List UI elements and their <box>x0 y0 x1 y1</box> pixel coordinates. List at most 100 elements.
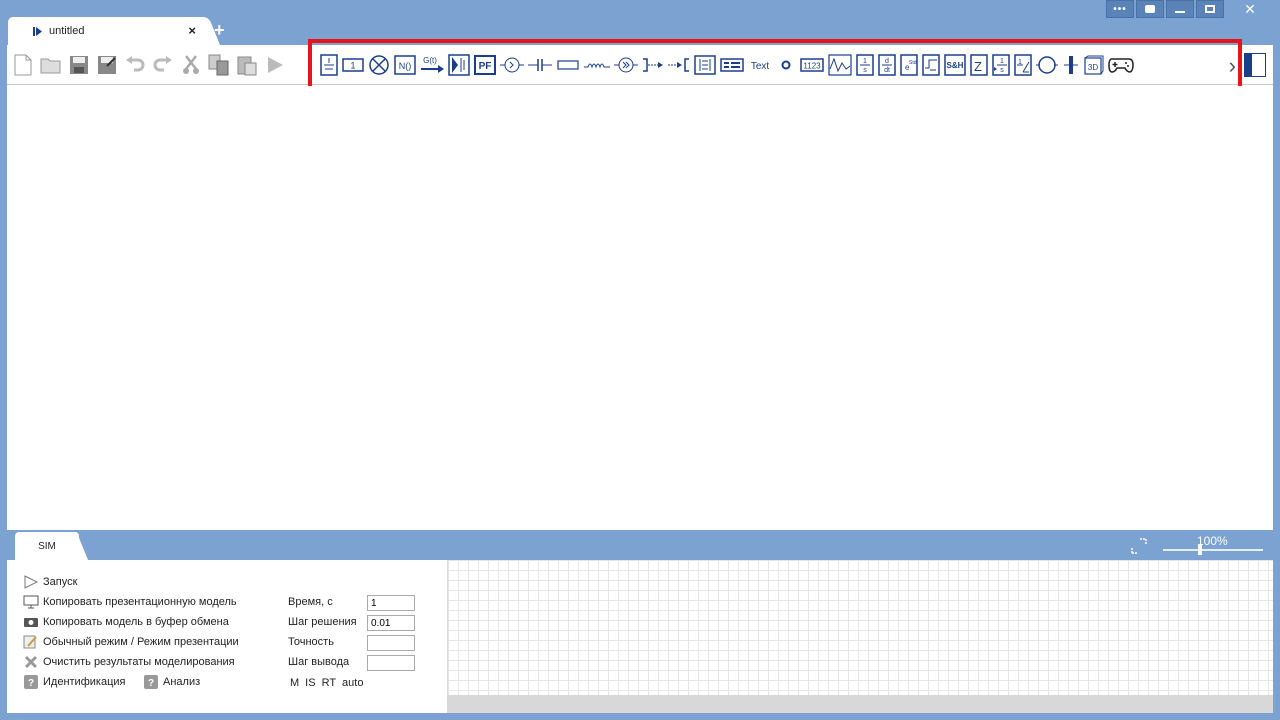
analysis-label: Анализ <box>163 676 201 688</box>
block-multiplier[interactable] <box>368 53 390 77</box>
block-saturation[interactable]: 1 <box>1014 53 1032 77</box>
svg-text:?: ? <box>148 678 154 689</box>
more-button[interactable]: ••• <box>1106 0 1134 18</box>
sim-tab-label: SIM <box>38 540 56 552</box>
cut-button[interactable] <box>179 53 203 77</box>
block-pf[interactable]: PF <box>474 53 496 77</box>
loop-block-icon <box>1036 56 1058 74</box>
block-scope[interactable] <box>828 53 852 77</box>
zoom-slider[interactable] <box>1163 549 1263 551</box>
block-integrator[interactable]: 1s <box>856 53 874 77</box>
block-output-port[interactable] <box>642 53 664 77</box>
accuracy-input[interactable] <box>367 635 415 651</box>
svg-text:s: s <box>1000 67 1004 74</box>
run-toolbar-button[interactable] <box>263 53 287 77</box>
block-capacitor[interactable] <box>528 53 552 77</box>
block-amplifier[interactable] <box>614 53 638 77</box>
block-z-transform[interactable]: Z <box>970 53 988 77</box>
minimize-button[interactable] <box>1166 0 1194 18</box>
block-transfer-function[interactable] <box>320 53 338 77</box>
run-command[interactable]: Запуск <box>23 574 77 590</box>
time-input[interactable] <box>367 595 415 611</box>
block-bus[interactable] <box>1062 53 1080 77</box>
close-window-button[interactable]: ✕ <box>1226 0 1274 18</box>
block-digital-display[interactable]: 1123 <box>800 53 824 77</box>
block-constant[interactable]: 1 <box>342 53 364 77</box>
block-discrete-integrator[interactable]: 1s <box>992 53 1010 77</box>
maximize-button[interactable] <box>1196 0 1224 18</box>
block-text[interactable]: Text <box>748 53 772 77</box>
block-signal-source[interactable]: G(t) <box>420 53 444 77</box>
undo-button[interactable] <box>123 53 147 77</box>
block-input-port[interactable] <box>668 53 690 77</box>
pf-block-label: PF <box>479 61 492 72</box>
redo-button[interactable] <box>151 53 175 77</box>
new-tab-button[interactable]: + <box>214 20 225 41</box>
results-graph-area[interactable] <box>447 560 1273 695</box>
block-derivative[interactable]: d dt <box>878 53 896 77</box>
open-button[interactable] <box>39 53 63 77</box>
model-canvas[interactable] <box>7 86 1273 530</box>
output-step-input[interactable] <box>367 655 415 671</box>
block-loop[interactable] <box>1036 53 1058 77</box>
copy-model-command[interactable]: Копировать модель в буфер обмена <box>23 614 229 630</box>
block-sample-hold[interactable]: S&H <box>944 53 966 77</box>
block-3d[interactable]: 3D <box>1084 53 1104 77</box>
accuracy-label: Точность <box>288 636 334 648</box>
mode-auto[interactable]: auto <box>342 677 363 689</box>
undo-icon <box>126 56 145 72</box>
block-inductor[interactable] <box>584 53 610 77</box>
new-file-button[interactable] <box>11 53 35 77</box>
analysis-command[interactable]: ? Анализ <box>143 674 200 690</box>
palette-scroll-right-icon[interactable]: › <box>1229 53 1236 79</box>
block-summator[interactable] <box>500 53 524 77</box>
exponent-block-label: Std <box>909 60 917 66</box>
capacitor-block-icon <box>528 59 552 71</box>
saturation-block-icon: 1 <box>1014 54 1032 76</box>
integrator-block-icon: 1s <box>856 54 874 76</box>
svg-text:1: 1 <box>1000 58 1004 65</box>
zoom-slider-thumb[interactable] <box>1198 545 1202 555</box>
panel-toggle-button[interactable] <box>1244 53 1266 77</box>
save-button[interactable] <box>67 53 91 77</box>
digital-display-icon: 1123 <box>800 58 824 72</box>
copy-presentation-command[interactable]: Копировать презентационную модель <box>23 594 237 610</box>
screenshot-icon <box>1145 5 1155 13</box>
tab-close-icon[interactable]: × <box>188 23 196 38</box>
save-as-button[interactable] <box>95 53 119 77</box>
tab-untitled[interactable]: untitled × <box>8 17 208 45</box>
block-matrix[interactable] <box>694 53 716 77</box>
main-toolbar: 1 N() G(t) PF Text 1123 1 s d dt e Std S… <box>7 39 1273 91</box>
fit-view-icon[interactable] <box>1131 538 1147 554</box>
clear-results-command[interactable]: Очистить результаты моделирования <box>23 654 235 670</box>
block-delay[interactable] <box>922 53 940 77</box>
summator-block-icon <box>500 57 524 73</box>
step-label: Шаг решения <box>288 616 357 628</box>
text-block-label: Text <box>751 61 770 72</box>
block-gamepad[interactable] <box>1108 53 1134 77</box>
block-table[interactable] <box>720 53 744 77</box>
copy-button[interactable] <box>207 53 231 77</box>
screenshot-button[interactable] <box>1136 0 1164 18</box>
z-transform-block-label: Z <box>974 59 982 74</box>
paste-button[interactable] <box>235 53 259 77</box>
block-resistor[interactable] <box>556 53 580 77</box>
block-exponent[interactable]: e Std <box>900 53 918 77</box>
block-nonlinear[interactable]: N() <box>394 53 416 77</box>
mode-switch-command[interactable]: Обычный режим / Режим презентации <box>23 634 239 650</box>
constant-block-label: 1 <box>350 61 355 71</box>
mode-is[interactable]: IS <box>305 677 315 689</box>
block-mux[interactable] <box>448 53 470 77</box>
3d-block-icon: 3D <box>1084 55 1104 75</box>
pf-block-icon: PF <box>474 55 496 75</box>
identification-command[interactable]: ? Идентификация <box>23 674 125 690</box>
graph-horizontal-scrollbar[interactable] <box>447 695 1273 713</box>
clear-results-label: Очистить результаты моделирования <box>43 656 235 668</box>
mode-m[interactable]: M <box>290 677 299 689</box>
tab-sim[interactable]: SIM <box>15 532 79 560</box>
step-input[interactable] <box>367 615 415 631</box>
signal-source-block-label: G(t) <box>423 56 437 65</box>
mode-rt[interactable]: RT <box>322 677 336 689</box>
save-icon <box>70 56 88 74</box>
block-node[interactable] <box>776 53 796 77</box>
